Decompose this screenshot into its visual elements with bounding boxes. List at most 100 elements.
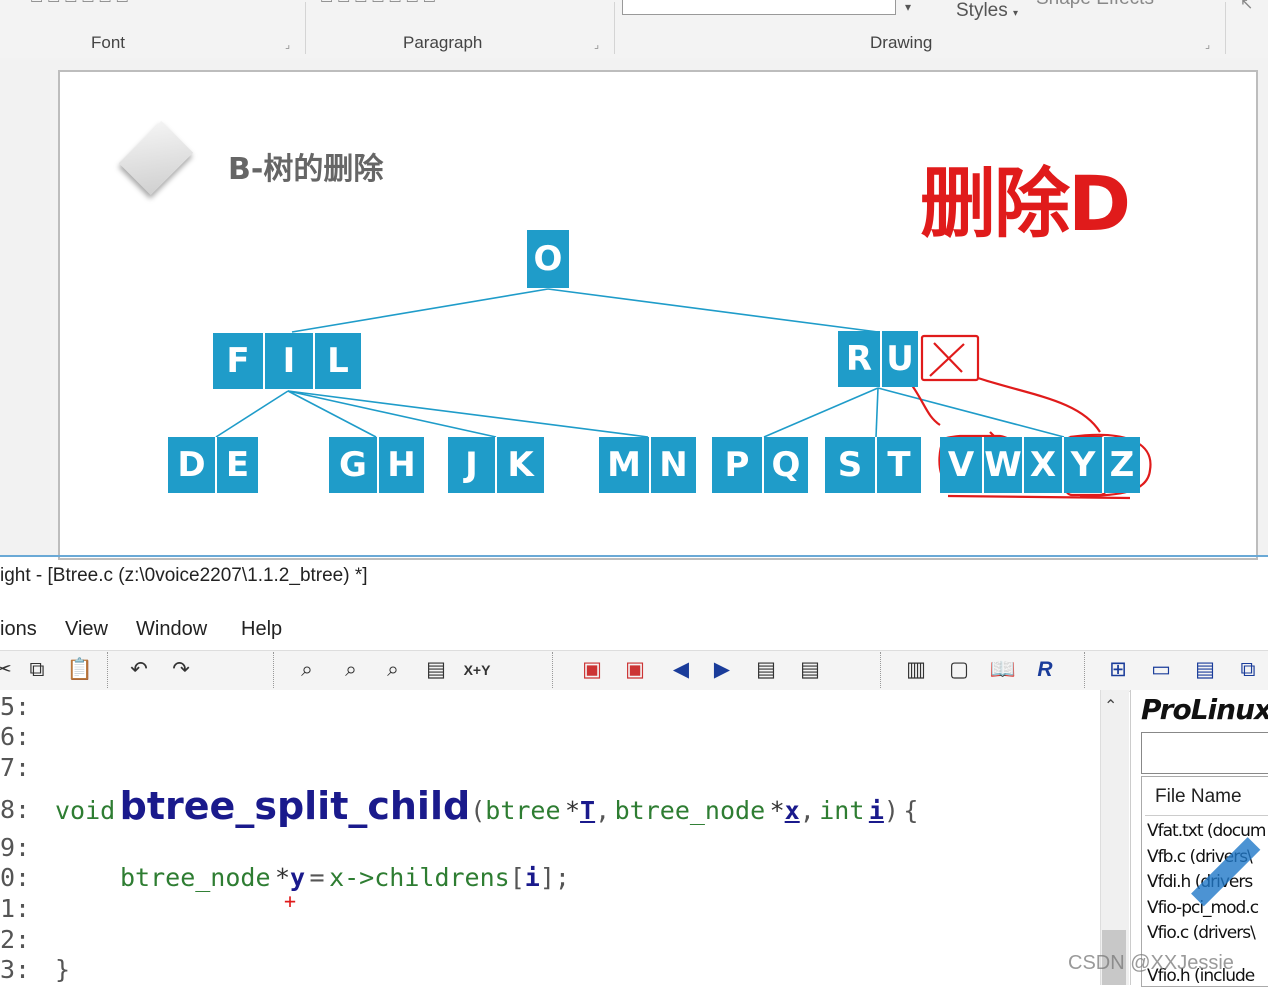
toolbar-separator bbox=[107, 652, 110, 688]
function-name: btree_split_child bbox=[119, 784, 471, 828]
jump-back-icon[interactable]: ▤ bbox=[751, 655, 781, 685]
tree-key: L bbox=[313, 333, 361, 389]
divider bbox=[0, 555, 1268, 557]
tree-key: Q bbox=[762, 437, 808, 493]
type-name: btree bbox=[485, 796, 561, 825]
layout1-icon[interactable]: ⊞ bbox=[1103, 655, 1133, 685]
find-prev-icon[interactable]: ⌕ bbox=[336, 655, 366, 685]
line-number: 5: bbox=[0, 692, 31, 721]
tree-key: D bbox=[168, 437, 215, 493]
code-token: * bbox=[274, 863, 291, 892]
toolbar-separator bbox=[273, 652, 276, 688]
tree-key: W bbox=[982, 437, 1022, 493]
code-token: = bbox=[309, 863, 325, 892]
book-icon[interactable]: 📖 bbox=[988, 655, 1018, 685]
watermark: CSDN @XXJessie bbox=[1068, 952, 1234, 974]
layout2-icon[interactable]: ▭ bbox=[1146, 655, 1176, 685]
toolbar-separator bbox=[552, 652, 555, 688]
code-editor[interactable] bbox=[0, 690, 1100, 985]
line-number: 8: bbox=[0, 795, 31, 824]
param-name: T bbox=[580, 796, 596, 825]
param-name: x bbox=[784, 796, 800, 825]
type-name: btree_node bbox=[120, 863, 271, 892]
tree-key: I bbox=[263, 333, 313, 389]
project-title: ProLinux bbox=[1141, 693, 1268, 726]
code-token: [ bbox=[509, 863, 525, 892]
relation-icon[interactable]: R bbox=[1030, 655, 1060, 685]
tree-key: O bbox=[527, 230, 569, 288]
menu-window[interactable]: Window bbox=[136, 618, 207, 641]
type-name: int bbox=[819, 796, 865, 825]
redo-icon[interactable]: ↷ bbox=[166, 655, 196, 685]
divider bbox=[1145, 815, 1268, 816]
tree-key: V bbox=[940, 437, 982, 493]
code-token: -> bbox=[344, 863, 375, 892]
layout3-icon[interactable]: ▤ bbox=[1190, 655, 1220, 685]
line-number: 1: bbox=[0, 894, 31, 923]
menu-help[interactable]: Help bbox=[241, 618, 282, 641]
editor-window-title: ight - [Btree.c (z:\0voice2207\1.1.2_btr… bbox=[0, 565, 368, 586]
code-token: ( bbox=[470, 796, 486, 825]
keyword: void bbox=[55, 796, 116, 825]
toolbar-separator bbox=[1084, 652, 1087, 688]
tree-key: P bbox=[712, 437, 762, 493]
line-number: 0: bbox=[0, 863, 31, 892]
line-number: 3: bbox=[0, 955, 31, 984]
tree-key: M bbox=[599, 437, 649, 493]
tree-key: J bbox=[448, 437, 495, 493]
back-icon[interactable]: ◀ bbox=[666, 655, 696, 685]
code-line-body[interactable]: btree_node *y = x->childrens[i]; bbox=[120, 863, 570, 892]
line-number: 6: bbox=[0, 722, 31, 751]
code-token: * bbox=[564, 796, 581, 825]
find-icon[interactable]: ⌕ bbox=[292, 655, 322, 685]
code-token: x bbox=[329, 863, 345, 892]
replace-icon[interactable]: X+Y bbox=[462, 655, 492, 685]
jump-forward-icon[interactable]: ▤ bbox=[795, 655, 825, 685]
tree-key: E bbox=[215, 437, 258, 493]
scroll-up-icon[interactable]: ⌃ bbox=[1104, 696, 1117, 716]
tree-key: S bbox=[825, 437, 875, 493]
filter-input[interactable] bbox=[1141, 732, 1268, 774]
mouse-cursor: + bbox=[284, 889, 297, 913]
tree-key: K bbox=[495, 437, 544, 493]
code-line-function-signature[interactable]: void btree_split_child(btree *T, btree_n… bbox=[55, 784, 918, 828]
undo-icon[interactable]: ↶ bbox=[124, 655, 154, 685]
menu-options[interactable]: ions bbox=[0, 618, 37, 641]
code-token: ) bbox=[883, 796, 899, 825]
layout4-icon[interactable]: ⧉ bbox=[1233, 655, 1263, 685]
code-line-closing-brace[interactable]: } bbox=[55, 955, 70, 984]
tree-key: H bbox=[377, 437, 424, 493]
copy-icon[interactable]: ⧉ bbox=[22, 655, 52, 685]
tree-key: X bbox=[1022, 437, 1062, 493]
column-header-file-name[interactable]: File Name bbox=[1155, 786, 1242, 808]
paste-icon[interactable]: 📋 bbox=[65, 655, 95, 685]
variable-name: y bbox=[290, 863, 306, 892]
code-token: * bbox=[769, 796, 785, 825]
tree-key: Y bbox=[1062, 437, 1102, 493]
code-token: { bbox=[903, 796, 919, 825]
code-token: i bbox=[524, 863, 540, 892]
tree-key: R bbox=[838, 331, 880, 387]
code-token: , bbox=[595, 796, 611, 825]
bookmark-prev-icon[interactable]: ▣ bbox=[577, 655, 607, 685]
param-name: i bbox=[868, 796, 884, 825]
line-number: 9: bbox=[0, 833, 31, 862]
browse-icon[interactable]: ▢ bbox=[944, 655, 974, 685]
line-number: 7: bbox=[0, 753, 31, 782]
symbol-icon[interactable]: ▥ bbox=[901, 655, 931, 685]
find-next-icon[interactable]: ⌕ bbox=[378, 655, 408, 685]
toolbar-separator bbox=[880, 652, 883, 688]
menu-view[interactable]: View bbox=[65, 618, 108, 641]
tree-key: G bbox=[329, 437, 377, 493]
tree-key: N bbox=[649, 437, 696, 493]
tree-key: Z bbox=[1102, 437, 1140, 493]
code-token: childrens bbox=[374, 863, 510, 892]
bookmark-next-icon[interactable]: ▣ bbox=[620, 655, 650, 685]
cut-icon[interactable]: ✂ bbox=[0, 655, 18, 685]
tree-key: T bbox=[875, 437, 921, 493]
line-number: 2: bbox=[0, 925, 31, 954]
type-name: btree_node bbox=[614, 796, 766, 825]
forward-icon[interactable]: ▶ bbox=[707, 655, 737, 685]
tree-key: U bbox=[880, 331, 918, 387]
find-files-icon[interactable]: ▤ bbox=[421, 655, 451, 685]
